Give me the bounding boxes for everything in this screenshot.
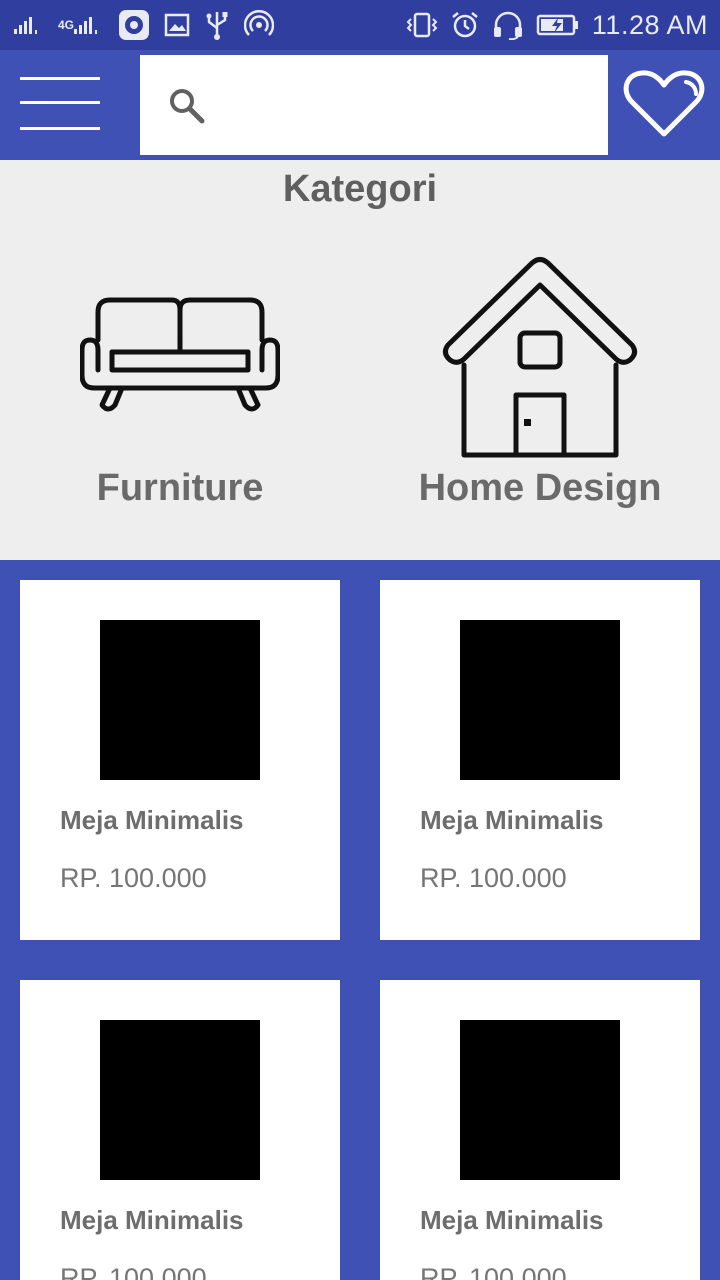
- product-card[interactable]: Meja Minimalis RP. 100.000: [20, 980, 340, 1280]
- product-price: RP. 100.000: [60, 1263, 207, 1280]
- category-section: Kategori Furniture Home Design: [0, 160, 720, 560]
- status-bar-right: 11.28 AM: [406, 8, 708, 42]
- hamburger-menu-icon[interactable]: [20, 74, 100, 134]
- product-image: [460, 1020, 620, 1180]
- product-name: Meja Minimalis: [420, 1205, 604, 1235]
- sofa-icon: [79, 255, 281, 460]
- status-bar: 4G 11.28 AM: [0, 0, 720, 50]
- category-item-furniture[interactable]: Furniture: [0, 255, 360, 535]
- house-icon: [440, 255, 640, 460]
- product-name: Meja Minimalis: [420, 805, 604, 835]
- product-card[interactable]: Meja Minimalis RP. 100.000: [380, 580, 700, 940]
- search-icon[interactable]: [166, 85, 206, 130]
- search-bar[interactable]: [140, 55, 608, 155]
- headset-icon: [492, 10, 524, 40]
- app-notification-icon: [118, 9, 150, 41]
- category-label: Furniture: [96, 467, 264, 509]
- product-price: RP. 100.000: [420, 1263, 567, 1280]
- vibrate-icon: [406, 11, 438, 39]
- product-image: [460, 620, 620, 780]
- product-price: RP. 100.000: [420, 863, 567, 893]
- signal-4g-icon: 4G: [58, 15, 104, 35]
- heart-icon[interactable]: [622, 68, 706, 145]
- category-label: Home Design: [418, 467, 662, 509]
- product-card[interactable]: Meja Minimalis RP. 100.000: [20, 580, 340, 940]
- hotspot-icon: [244, 10, 275, 40]
- product-card[interactable]: Meja Minimalis RP. 100.000: [380, 980, 700, 1280]
- product-name: Meja Minimalis: [60, 805, 244, 835]
- signal-icon: [14, 15, 44, 35]
- status-time: 11.28 AM: [591, 9, 708, 40]
- product-name: Meja Minimalis: [60, 1205, 244, 1235]
- alarm-icon: [450, 10, 480, 40]
- battery-charging-icon: [536, 13, 580, 37]
- product-image: [100, 620, 260, 780]
- product-price: RP. 100.000: [60, 863, 207, 893]
- category-item-home-design[interactable]: Home Design: [360, 255, 720, 535]
- status-bar-left: 4G: [14, 8, 275, 42]
- image-icon: [164, 13, 190, 37]
- menu-line: [20, 127, 100, 130]
- menu-line: [20, 101, 100, 104]
- usb-icon: [204, 10, 230, 40]
- menu-line: [20, 77, 100, 80]
- network-type-label: 4G: [58, 17, 75, 32]
- search-input[interactable]: [220, 75, 590, 135]
- app-bar: [0, 50, 720, 160]
- product-image: [100, 1020, 260, 1180]
- category-title: Kategori: [282, 168, 438, 210]
